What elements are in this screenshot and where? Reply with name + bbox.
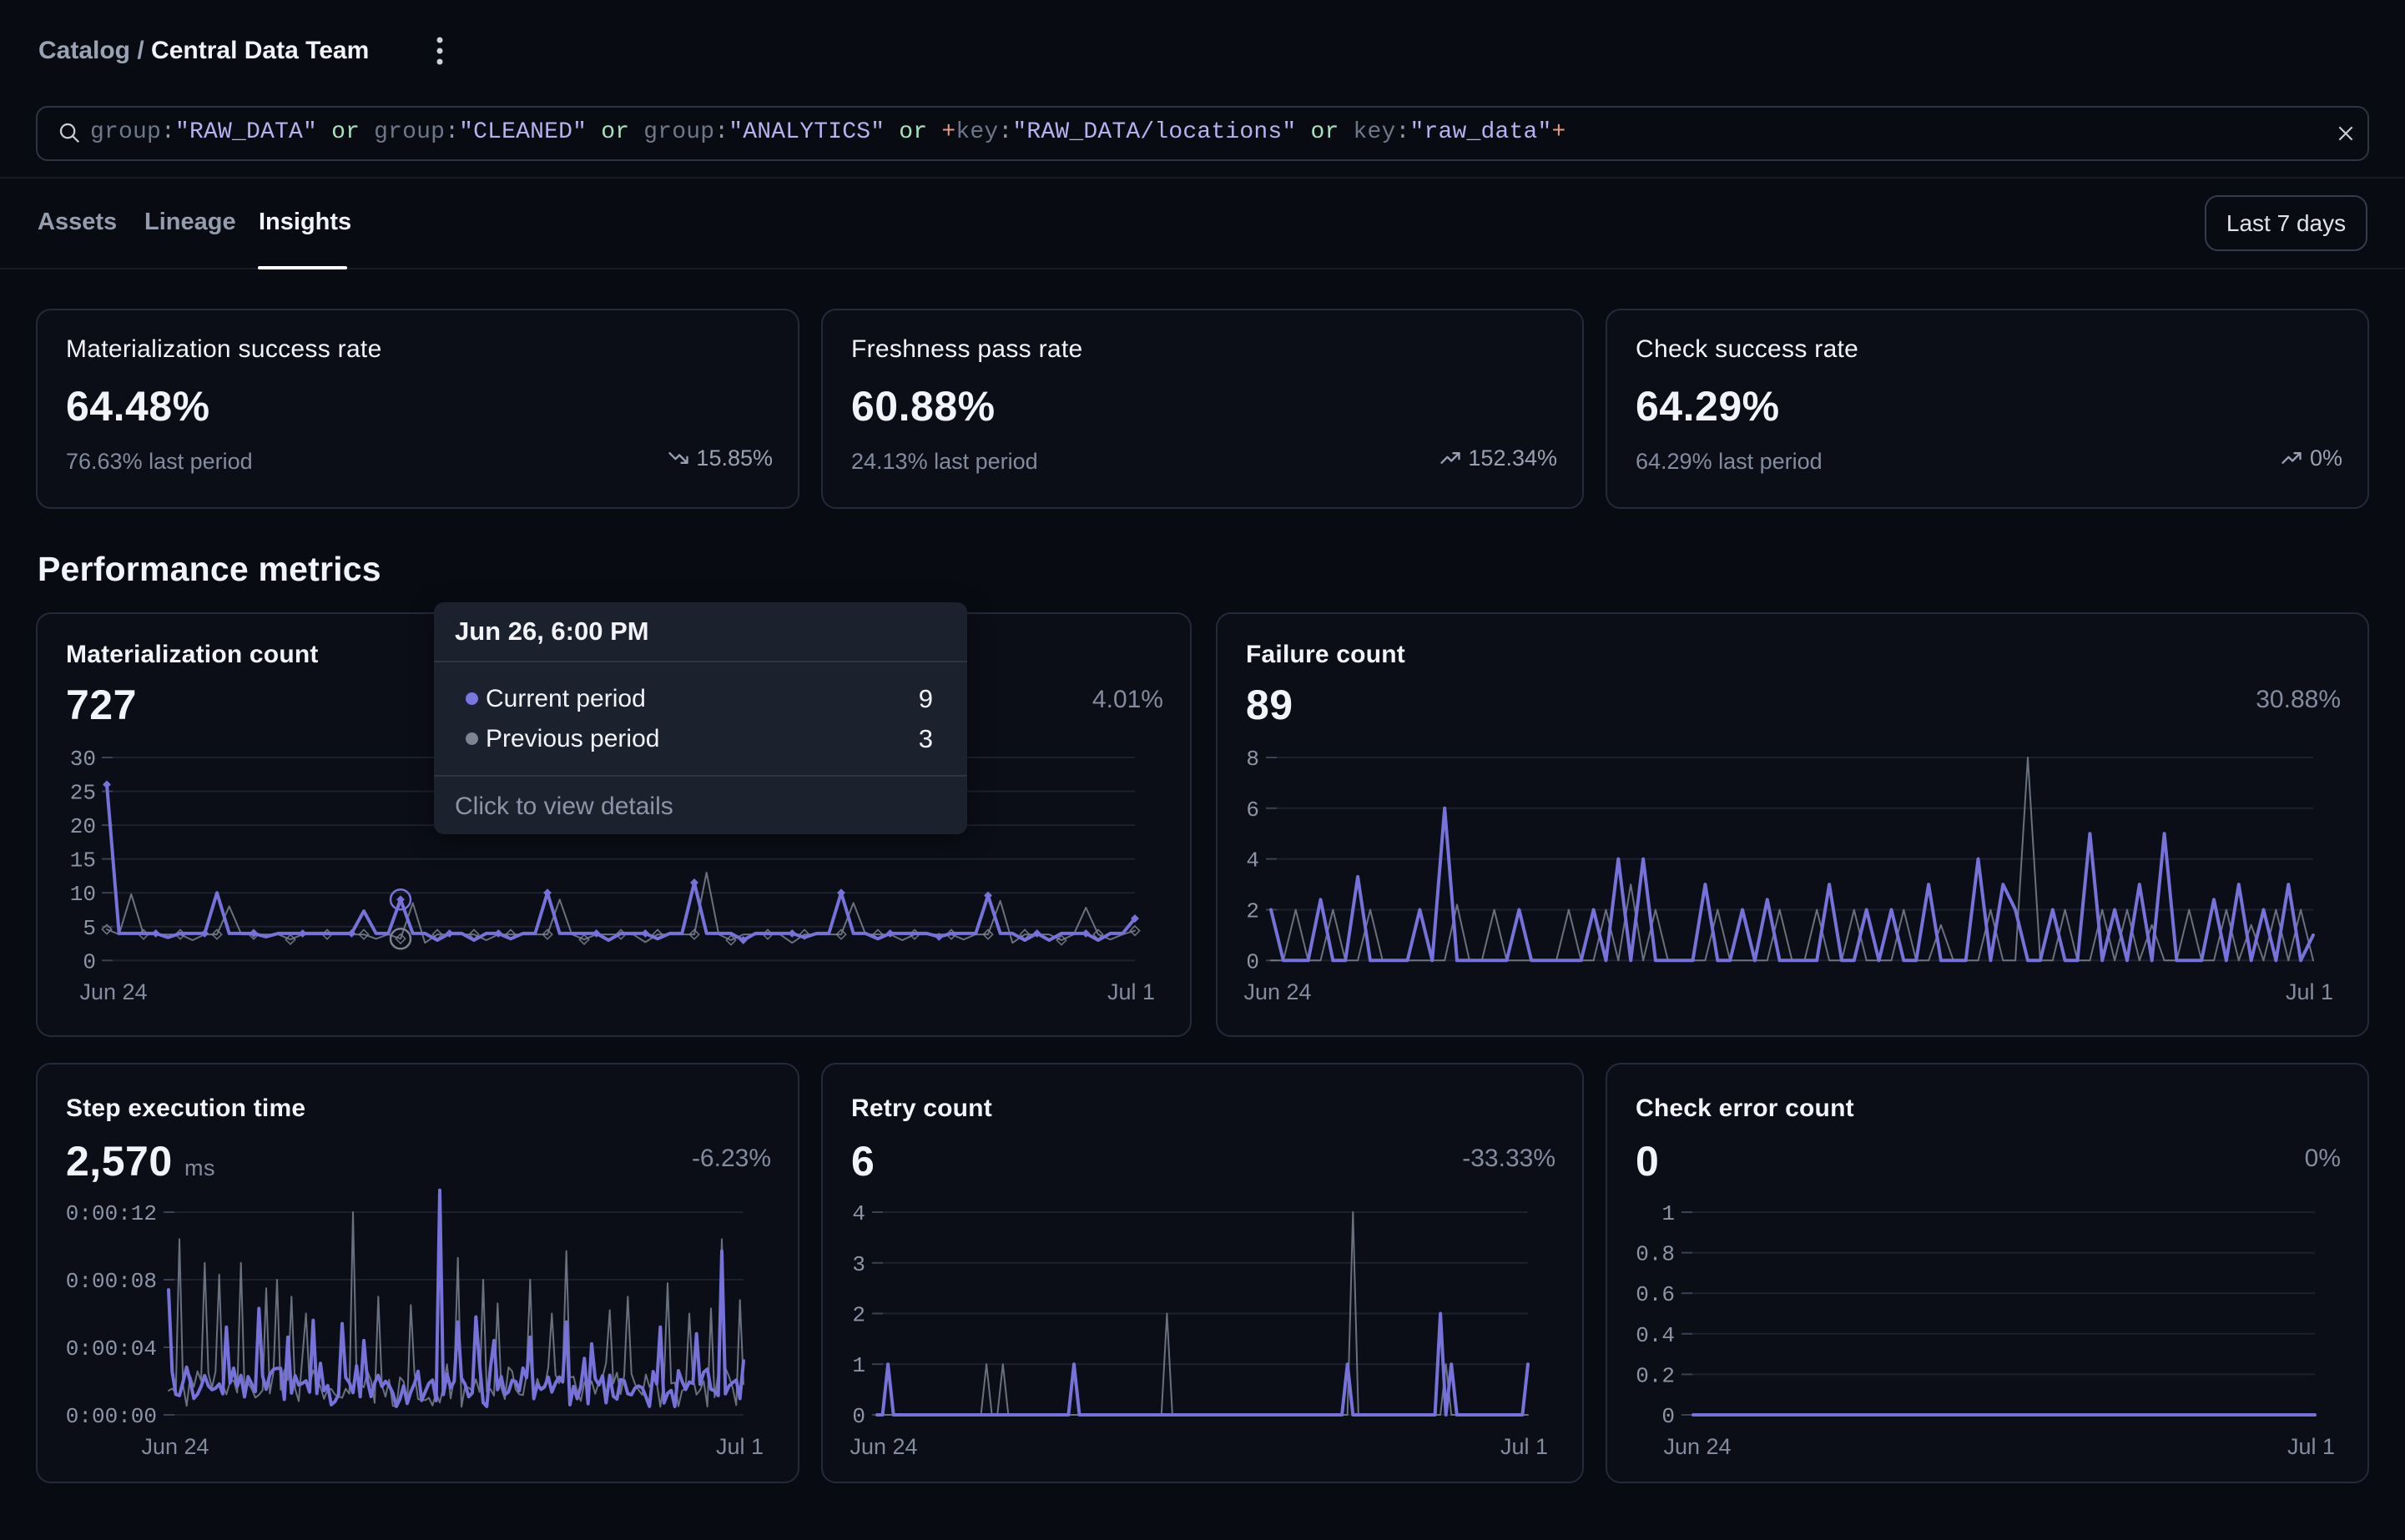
svg-text:Jun 24: Jun 24 bbox=[850, 1434, 917, 1459]
svg-text:0.2: 0.2 bbox=[1636, 1363, 1675, 1388]
svg-text:4: 4 bbox=[1246, 848, 1259, 873]
svg-text:Jul 1: Jul 1 bbox=[1107, 979, 1155, 1004]
svg-text:1: 1 bbox=[852, 1353, 865, 1378]
svg-text:1: 1 bbox=[1661, 1201, 1675, 1226]
svg-text:0.4: 0.4 bbox=[1636, 1323, 1675, 1348]
svg-text:3: 3 bbox=[852, 1252, 865, 1277]
svg-text:0:00:08: 0:00:08 bbox=[66, 1269, 157, 1294]
svg-text:15: 15 bbox=[70, 848, 96, 873]
svg-text:0: 0 bbox=[852, 1404, 865, 1429]
svg-text:0.8: 0.8 bbox=[1636, 1242, 1675, 1267]
svg-text:Jun 24: Jun 24 bbox=[1243, 979, 1311, 1004]
svg-text:0:00:12: 0:00:12 bbox=[66, 1201, 157, 1226]
svg-text:4: 4 bbox=[852, 1201, 865, 1226]
svg-text:20: 20 bbox=[70, 814, 96, 839]
svg-text:0:00:00: 0:00:00 bbox=[66, 1404, 157, 1429]
svg-text:25: 25 bbox=[70, 781, 96, 806]
svg-text:2: 2 bbox=[1246, 899, 1259, 924]
svg-text:Jul 1: Jul 1 bbox=[1500, 1434, 1548, 1459]
svg-text:5: 5 bbox=[83, 916, 96, 941]
svg-text:0: 0 bbox=[1661, 1404, 1675, 1429]
svg-text:0: 0 bbox=[83, 949, 96, 974]
svg-text:30: 30 bbox=[70, 747, 96, 772]
svg-text:Jun 24: Jun 24 bbox=[141, 1434, 209, 1459]
svg-text:0: 0 bbox=[1246, 949, 1259, 974]
svg-text:Jul 1: Jul 1 bbox=[2286, 979, 2333, 1004]
svg-text:0:00:04: 0:00:04 bbox=[66, 1336, 157, 1361]
svg-text:0.6: 0.6 bbox=[1636, 1282, 1675, 1307]
svg-text:Jun 24: Jun 24 bbox=[79, 979, 147, 1004]
svg-text:Jul 1: Jul 1 bbox=[716, 1434, 764, 1459]
svg-text:Jul 1: Jul 1 bbox=[2287, 1434, 2335, 1459]
svg-text:8: 8 bbox=[1246, 747, 1259, 772]
svg-text:10: 10 bbox=[70, 882, 96, 907]
svg-text:Jun 24: Jun 24 bbox=[1663, 1434, 1731, 1459]
svg-text:6: 6 bbox=[1246, 798, 1259, 823]
svg-text:2: 2 bbox=[852, 1303, 865, 1328]
